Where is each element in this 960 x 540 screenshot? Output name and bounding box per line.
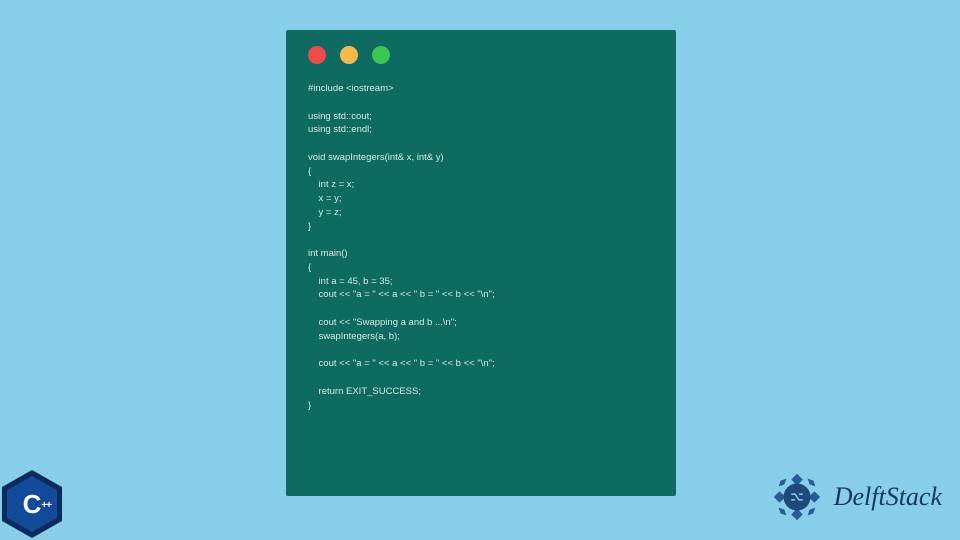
maximize-dot: [372, 46, 390, 64]
code-window: #include <iostream> using std::cout; usi…: [286, 30, 676, 496]
close-dot: [308, 46, 326, 64]
cpp-badge: C ++: [2, 470, 70, 538]
window-controls: [286, 30, 676, 72]
cpp-letter: C: [23, 491, 42, 517]
code-content: #include <iostream> using std::cout; usi…: [286, 72, 676, 434]
brand-text: DelftStack: [834, 482, 942, 512]
brand: DelftStack: [768, 468, 942, 526]
minimize-dot: [340, 46, 358, 64]
cpp-hex-outer: C ++: [2, 470, 62, 538]
cpp-hex-inner: C ++: [7, 476, 57, 532]
brand-logo-icon: [768, 468, 826, 526]
cpp-plus: ++: [41, 500, 51, 511]
